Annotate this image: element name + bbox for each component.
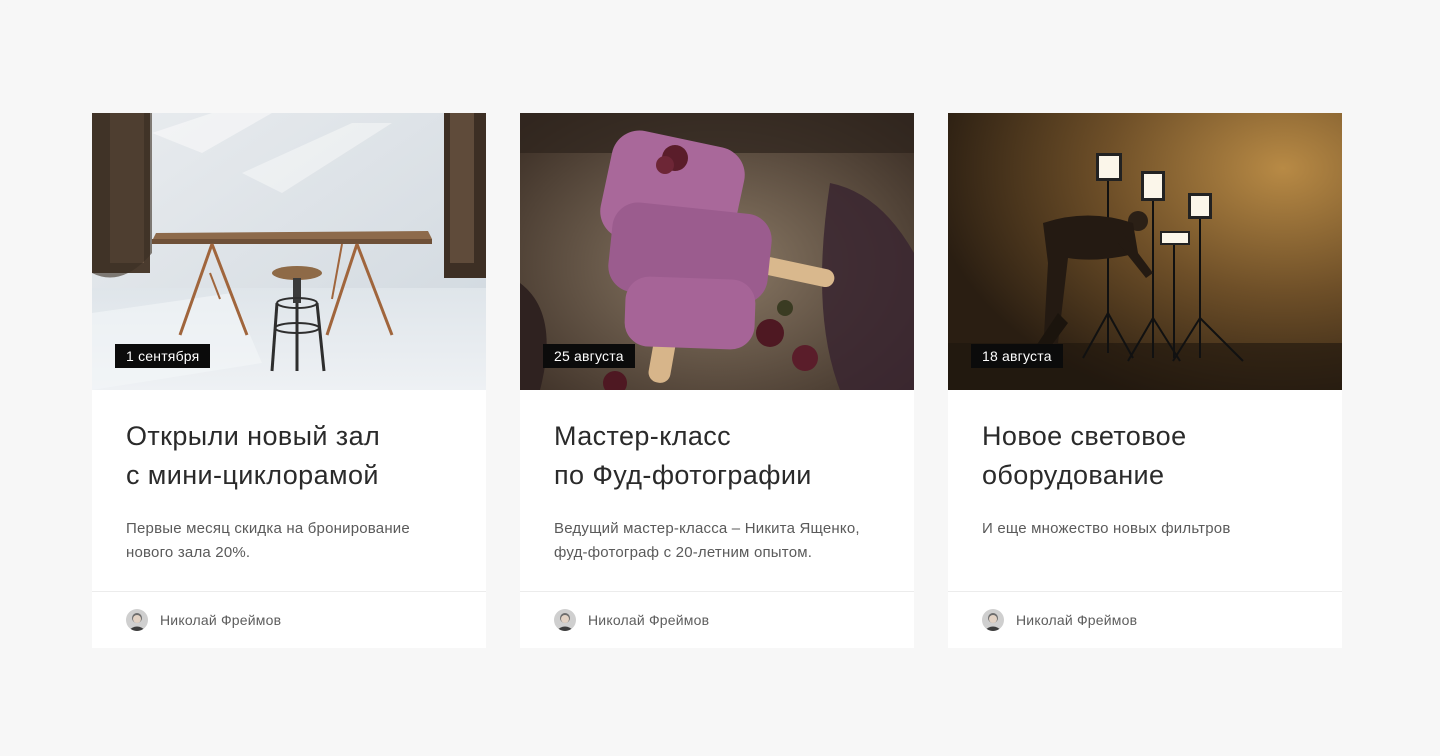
person-avatar-icon [982,609,1004,631]
card-body: Мастер-класс по Фуд-фотографии Ведущий м… [520,390,914,564]
author-name[interactable]: Николай Фреймов [588,612,709,628]
news-card[interactable]: 18 августа Новое световое оборудование И… [948,113,1342,648]
card-body: Новое световое оборудование И еще множес… [948,390,1342,564]
card-description: И еще множество новых фильтров [982,520,1231,537]
card-image[interactable]: 25 августа [520,113,914,390]
news-card[interactable]: 25 августа Мастер-класс по Фуд-фотографи… [520,113,914,648]
card-description: Ведущий мастер-класса – Никита Ященко, ф… [554,520,860,561]
card-body: Открыли новый зал с мини-циклорамой Перв… [92,390,486,564]
card-image[interactable]: 18 августа [948,113,1342,390]
author-avatar [126,609,148,631]
date-badge: 1 сентября [115,344,211,368]
page: 1 сентября Открыли новый зал с мини-цикл… [0,0,1440,756]
author-name[interactable]: Николай Фреймов [1016,612,1137,628]
card-title[interactable]: Новое световое оборудование [982,417,1308,495]
author-avatar [982,609,1004,631]
card-image[interactable]: 1 сентября [92,113,486,390]
author-name[interactable]: Николай Фреймов [160,612,281,628]
card-footer: Николай Фреймов [520,591,914,648]
card-footer: Николай Фреймов [948,591,1342,648]
news-card[interactable]: 1 сентября Открыли новый зал с мини-цикл… [92,113,486,648]
date-badge: 25 августа [543,344,635,368]
news-card-list: 1 сентября Открыли новый зал с мини-цикл… [92,113,1342,648]
author-avatar [554,609,576,631]
card-title[interactable]: Мастер-класс по Фуд-фотографии [554,417,880,495]
person-avatar-icon [126,609,148,631]
card-title[interactable]: Открыли новый зал с мини-циклорамой [126,417,452,495]
date-badge: 18 августа [971,344,1063,368]
card-description: Первые месяц скидка на бронирование ново… [126,520,410,561]
card-footer: Николай Фреймов [92,591,486,648]
person-avatar-icon [554,609,576,631]
